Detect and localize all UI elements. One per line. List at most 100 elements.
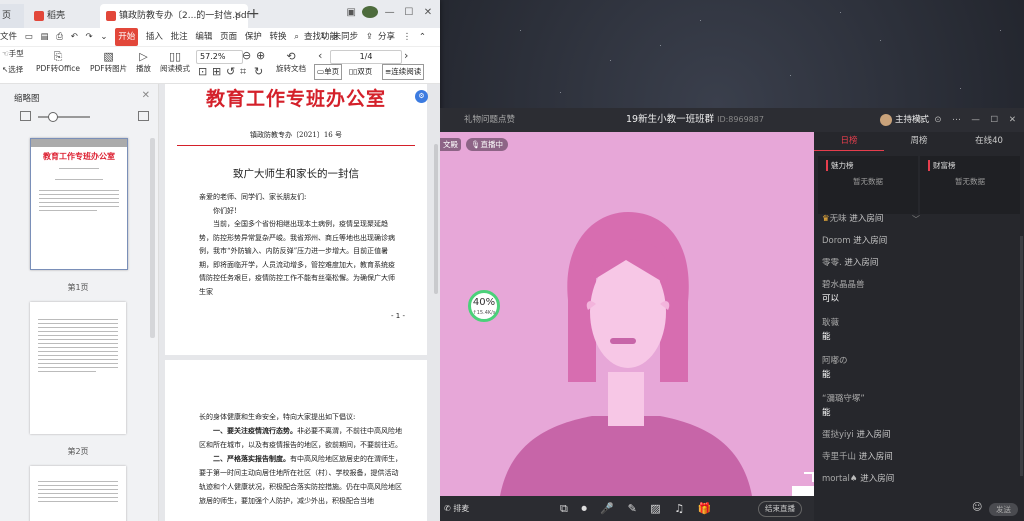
redo-icon[interactable]: ↷ bbox=[86, 28, 93, 46]
menu-insert[interactable]: 插入 bbox=[146, 28, 163, 46]
single-page-button[interactable]: ▭单页 bbox=[314, 64, 343, 80]
layout-icon[interactable]: ▣ bbox=[343, 7, 359, 18]
rotate-right-icon[interactable]: ↻ bbox=[254, 65, 263, 79]
minimize-icon[interactable]: — bbox=[382, 7, 398, 18]
expand-chevron-icon[interactable]: ﹀ bbox=[912, 214, 920, 225]
single-label: 单页 bbox=[324, 67, 340, 76]
thumbnail-size-slider[interactable] bbox=[38, 112, 90, 122]
close-tab-icon[interactable]: ✕ bbox=[234, 4, 242, 28]
prev-page-icon[interactable]: ‹ bbox=[318, 49, 322, 63]
document-page-2: 长的身体健康和生命安全，特向大家提出如下倡议: 一、要关注疫情流行态势。非必要不… bbox=[165, 360, 427, 521]
tab-weekly-rank[interactable]: 周榜 bbox=[884, 132, 954, 150]
close-sidebar-icon[interactable]: ✕ bbox=[142, 90, 150, 101]
continuous-read-button[interactable]: ≡连续阅读 bbox=[382, 64, 425, 80]
more-icon[interactable]: ⌄ bbox=[100, 28, 107, 46]
sidebar-scrollbar[interactable] bbox=[150, 138, 155, 338]
double-page-button[interactable]: ▯▯双页 bbox=[346, 64, 375, 80]
crop-icon[interactable]: ⌗ bbox=[240, 65, 246, 79]
emoji-icon[interactable]: ☺ bbox=[972, 502, 982, 513]
select-tool[interactable]: ↖选择 bbox=[2, 65, 23, 75]
send-button[interactable]: 发送 bbox=[989, 503, 1018, 516]
page-label-2: 第2页 bbox=[67, 447, 89, 456]
menu-protect[interactable]: 保护 bbox=[245, 28, 262, 46]
tab-home[interactable]: 页 bbox=[0, 4, 24, 28]
phone-icon: ✆ bbox=[444, 504, 451, 513]
print-icon[interactable]: ⎙ bbox=[56, 28, 63, 46]
close-icon[interactable]: ✕ bbox=[420, 7, 436, 18]
zoom-in-icon[interactable]: ⊕ bbox=[256, 49, 265, 63]
end-live-button[interactable]: 结束直播 bbox=[758, 501, 802, 517]
menu-start[interactable]: 开始 bbox=[115, 28, 139, 46]
minimize-icon[interactable]: — bbox=[971, 115, 980, 125]
chat-body: 能 bbox=[822, 370, 831, 380]
fit-width-icon[interactable]: ⊞ bbox=[212, 65, 221, 79]
save-icon[interactable]: ▤ bbox=[40, 28, 48, 46]
menu-file[interactable]: 文件 bbox=[0, 28, 17, 46]
page-thumbnail-2[interactable] bbox=[30, 302, 126, 434]
menu-edit[interactable]: 编辑 bbox=[195, 28, 212, 46]
page-thumbnail-1[interactable]: 教育工作专班办公室 bbox=[30, 138, 128, 270]
folder-icon[interactable]: ▭ bbox=[25, 28, 33, 46]
rotate-label: 旋转文档 bbox=[276, 64, 306, 73]
tab-docer[interactable]: 稻壳 bbox=[26, 4, 104, 28]
wealth-no-data: 暂无数据 bbox=[955, 177, 985, 186]
document-scrollbar[interactable] bbox=[434, 144, 438, 294]
gift-tab[interactable]: 礼物问题点赞 bbox=[464, 108, 515, 132]
close-icon[interactable]: ✕ bbox=[1009, 115, 1016, 125]
zoom-input[interactable]: 57.2% bbox=[196, 50, 243, 64]
search-icon[interactable]: ⌕ bbox=[294, 28, 299, 46]
live-class-window: 礼物问题点赞 19新生小教一班班群 ID:8969887 主持模式 ⚙ ⊙ ⋯ —… bbox=[440, 108, 1024, 521]
pdf-to-office-button[interactable]: ⎘ PDF转Office bbox=[36, 50, 80, 74]
tab-online[interactable]: 在线40 bbox=[954, 132, 1024, 150]
more-icon[interactable]: ⋯ bbox=[952, 115, 961, 125]
letter-title: 致广大师生和家长的一封信 bbox=[233, 168, 359, 180]
new-tab-icon[interactable]: + bbox=[248, 6, 260, 22]
queue-mic-button[interactable]: ✆ 排麦 bbox=[444, 496, 469, 521]
share-button[interactable]: 分享 bbox=[378, 28, 395, 46]
collapse-icon[interactable]: ⌃ bbox=[419, 28, 426, 46]
menu-annotate[interactable]: 批注 bbox=[171, 28, 188, 46]
edit-icon[interactable]: ✎ bbox=[628, 502, 637, 515]
pip-toggle-icon[interactable] bbox=[792, 472, 814, 496]
undo-icon[interactable]: ↶ bbox=[71, 28, 78, 46]
microphone-icon[interactable]: 🎤 bbox=[600, 502, 614, 515]
sync-icon: ↻ bbox=[320, 32, 328, 42]
music-icon[interactable]: ♫ bbox=[674, 502, 684, 515]
play-button[interactable]: ▷ 播放 bbox=[136, 50, 151, 74]
double-label: 双页 bbox=[357, 67, 373, 76]
pdf-to-image-button[interactable]: ▧ PDF转图片 bbox=[90, 50, 127, 74]
page-thumbnail-3[interactable] bbox=[30, 466, 126, 521]
thumb-small-icon[interactable] bbox=[20, 111, 31, 121]
group-id: ID:8969887 bbox=[717, 115, 764, 124]
sync-status[interactable]: 未同步 bbox=[333, 28, 359, 46]
rotate-document-button[interactable]: ⟲ 旋转文档 bbox=[276, 50, 306, 74]
image-icon[interactable]: ▨ bbox=[650, 502, 660, 515]
chat-message: 碧水晶晶兽 可以 bbox=[822, 278, 865, 304]
maximize-icon[interactable]: ☐ bbox=[401, 7, 417, 18]
hand-tool[interactable]: ☜手型 bbox=[2, 49, 24, 59]
user-avatar[interactable] bbox=[362, 6, 379, 18]
thumb-large-icon[interactable] bbox=[138, 111, 149, 121]
charm-rank-title: 魅力榜 bbox=[826, 160, 854, 171]
menu-page[interactable]: 页面 bbox=[220, 28, 237, 46]
more-options-icon[interactable]: ⋮ bbox=[403, 28, 412, 46]
settings-icon[interactable]: ⚙ bbox=[916, 115, 924, 125]
rotate-left-icon[interactable]: ↺ bbox=[226, 65, 235, 79]
tab-pdf-document[interactable]: 镇政防教专办〔2...的一封信.pdf ✕ bbox=[100, 4, 250, 28]
zoom-out-icon[interactable]: ⊖ bbox=[242, 49, 251, 63]
slider-knob[interactable] bbox=[48, 112, 58, 122]
network-speed-gauge[interactable]: 40% ↑15.4K/s bbox=[468, 290, 500, 322]
fit-page-icon[interactable]: ⊡ bbox=[198, 65, 207, 79]
next-page-icon[interactable]: › bbox=[404, 49, 408, 63]
camera-icon[interactable]: ⏺ bbox=[581, 502, 587, 515]
screen-share-icon[interactable]: ⧉ bbox=[560, 502, 568, 515]
maximize-icon[interactable]: ☐ bbox=[991, 115, 999, 125]
gift-icon[interactable]: 🎁 bbox=[698, 502, 712, 515]
tab-daily-rank[interactable]: 日榜 bbox=[814, 132, 884, 150]
read-mode-button[interactable]: ▯▯ 阅读模式 bbox=[160, 50, 190, 74]
pin-icon[interactable]: ⊙ bbox=[934, 115, 941, 125]
chat-scrollbar[interactable] bbox=[1020, 236, 1023, 476]
assistant-icon[interactable]: ⚙ bbox=[415, 90, 428, 103]
menu-convert[interactable]: 转换 bbox=[270, 28, 287, 46]
page-input[interactable]: 1/4 bbox=[330, 50, 402, 64]
